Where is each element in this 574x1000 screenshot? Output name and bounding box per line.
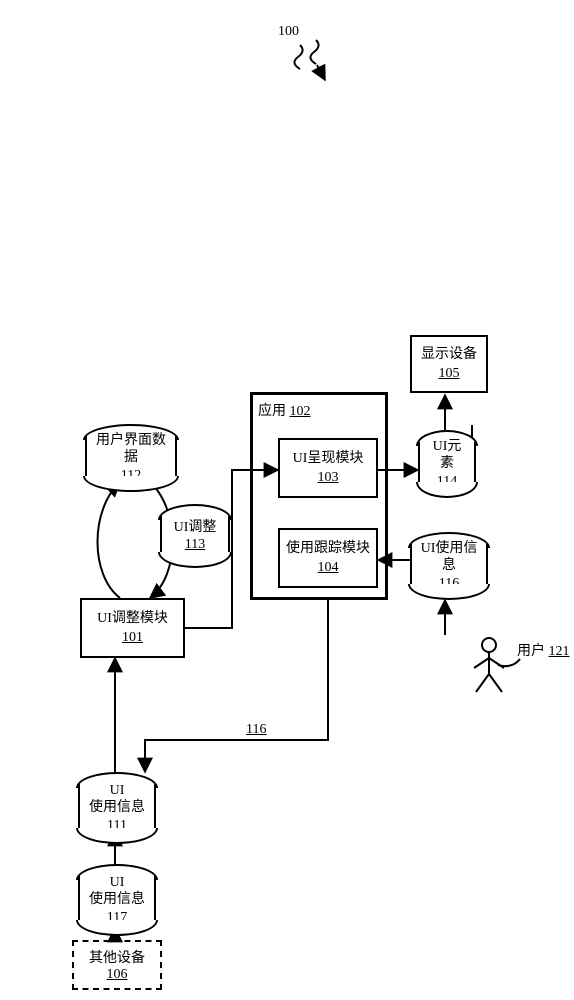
other-num: 106 bbox=[107, 967, 128, 983]
scroll-ui-adjust-title: UI调整 bbox=[174, 519, 217, 537]
scroll-ui-adjust-num: 113 bbox=[185, 536, 205, 554]
app-title: 应用 bbox=[258, 404, 286, 419]
usage117-num: 117 bbox=[107, 909, 127, 927]
display-title: 显示设备 bbox=[421, 346, 477, 364]
display-num: 105 bbox=[439, 365, 460, 383]
edge-label-116: 116 bbox=[246, 722, 266, 738]
usage111-num: 111 bbox=[107, 817, 127, 835]
usage111-l1: UI bbox=[110, 782, 125, 800]
usage117-l2: 使用信息 bbox=[89, 891, 145, 909]
scroll-ui-usage-117: UI 使用信息 117 bbox=[78, 872, 156, 928]
ui-elements-title: UI元素 bbox=[426, 438, 468, 473]
box-ui-adjust-module-101: UI调整模块 101 bbox=[80, 598, 185, 658]
figure-ref-text: 100 bbox=[278, 24, 299, 39]
scroll-ui-elements-114: UI元素 114 bbox=[418, 438, 476, 490]
box-app-label: 应用 102 bbox=[258, 400, 311, 420]
scroll-ui-usage-116: UI使用信息 116 bbox=[410, 540, 488, 592]
track-num: 104 bbox=[318, 559, 339, 577]
box-present-module-103: UI呈现模块 103 bbox=[278, 438, 378, 498]
scroll-ui-adjust-113: UI调整 113 bbox=[160, 512, 230, 560]
figure-ref-100: 100 bbox=[278, 24, 299, 40]
usage116-title: UI使用信息 bbox=[418, 540, 480, 575]
app-num: 102 bbox=[290, 404, 311, 419]
box-ui-adjust-module-num: 101 bbox=[122, 629, 143, 647]
user-label: 用户 121 bbox=[517, 640, 570, 660]
scroll-ui-data-title: 用户界面数据 bbox=[93, 432, 169, 467]
scroll-ui-usage-111: UI 使用信息 111 bbox=[78, 780, 156, 836]
scroll-ui-data-112: 用户界面数据112 bbox=[85, 432, 177, 484]
user-num: 121 bbox=[549, 644, 570, 659]
user-icon bbox=[470, 636, 508, 694]
edge-116-text: 116 bbox=[246, 722, 266, 737]
scroll-ui-data-num: 112 bbox=[121, 467, 141, 485]
usage117-l1: UI bbox=[110, 874, 125, 892]
ui-elements-num: 114 bbox=[437, 473, 457, 491]
box-display-device-105: 显示设备 105 bbox=[410, 335, 488, 393]
other-title: 其他设备 bbox=[89, 947, 145, 967]
present-title: UI呈现模块 bbox=[293, 450, 364, 468]
box-track-module-104: 使用跟踪模块 104 bbox=[278, 528, 378, 588]
diagram-canvas: { "fig": { "ref": "100" }, "ui_data": { … bbox=[0, 0, 574, 1000]
box-ui-adjust-module-title: UI调整模块 bbox=[97, 610, 168, 628]
track-title: 使用跟踪模块 bbox=[286, 540, 370, 558]
usage111-l2: 使用信息 bbox=[89, 799, 145, 817]
box-other-device-106: 其他设备 106 bbox=[72, 940, 162, 990]
usage116-num: 116 bbox=[439, 575, 459, 593]
user-title: 用户 bbox=[517, 644, 545, 659]
present-num: 103 bbox=[318, 469, 339, 487]
